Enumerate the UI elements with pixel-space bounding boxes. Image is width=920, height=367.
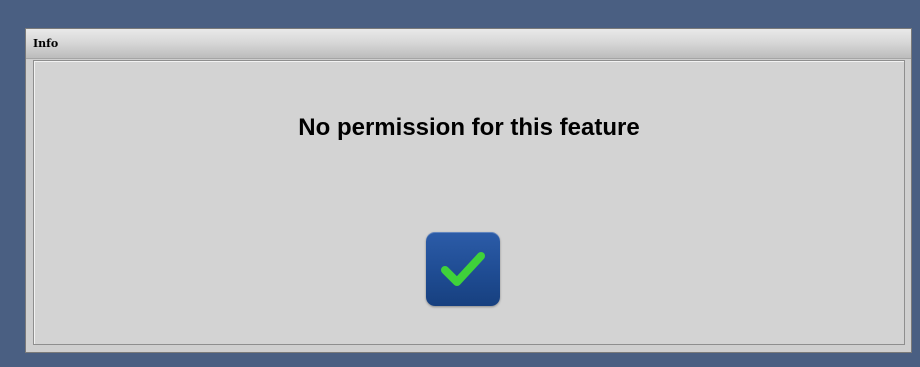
dialog-message: No permission for this feature bbox=[298, 114, 640, 141]
confirm-button[interactable] bbox=[426, 232, 500, 306]
dialog-titlebar[interactable]: Info bbox=[26, 29, 911, 59]
checkmark-icon bbox=[441, 252, 485, 286]
dialog-title: Info bbox=[33, 37, 59, 50]
info-dialog: Info No permission for this feature bbox=[25, 28, 912, 353]
dialog-content: No permission for this feature bbox=[33, 60, 905, 345]
